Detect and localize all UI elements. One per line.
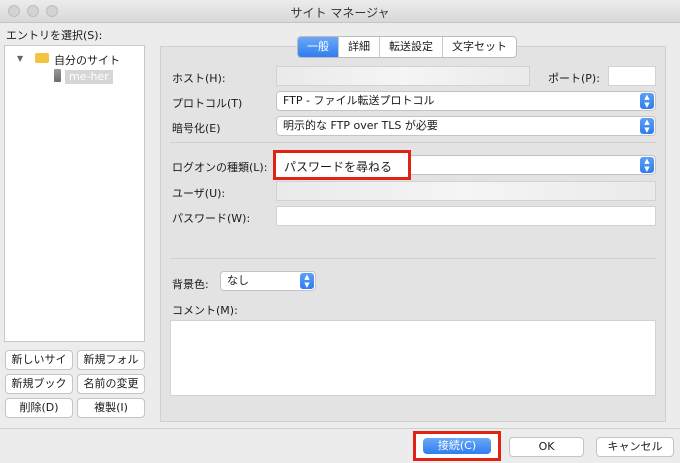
logon-type-highlight: パスワードを尋ねる bbox=[273, 150, 411, 180]
chevron-updown-icon: ▲ ▼ bbox=[640, 93, 654, 109]
port-input[interactable] bbox=[608, 66, 656, 86]
protocol-value: FTP - ファイル転送プロトコル bbox=[283, 94, 435, 107]
tab-general[interactable]: 一般 bbox=[298, 37, 339, 57]
ok-button[interactable]: OK bbox=[509, 437, 584, 457]
delete-button[interactable]: 削除(D) bbox=[5, 398, 73, 418]
tree-site-item[interactable]: me-her bbox=[65, 70, 113, 84]
server-icon bbox=[54, 69, 61, 82]
chevron-updown-icon: ▲ ▼ bbox=[640, 118, 654, 134]
protocol-select[interactable]: FTP - ファイル転送プロトコル ▲ ▼ bbox=[276, 91, 656, 111]
new-bookmark-button[interactable]: 新規ブック bbox=[5, 374, 73, 394]
title-bar: サイト マネージャ bbox=[0, 0, 680, 23]
cancel-button[interactable]: キャンセル bbox=[596, 437, 674, 457]
tab-bar: 一般 詳細 転送設定 文字セット bbox=[297, 36, 517, 58]
bgcolor-value: なし bbox=[227, 274, 249, 287]
tree-folder-my-sites[interactable]: 自分のサイト bbox=[54, 52, 120, 68]
password-input[interactable] bbox=[276, 206, 656, 226]
site-tree[interactable]: ▼ 自分のサイト me-her bbox=[4, 45, 145, 342]
chevron-updown-icon: ▲ ▼ bbox=[640, 157, 654, 173]
encryption-value: 明示的な FTP over TLS が必要 bbox=[283, 119, 438, 132]
encryption-label: 暗号化(E) bbox=[172, 122, 221, 135]
host-input[interactable] bbox=[276, 66, 530, 86]
user-input[interactable] bbox=[276, 181, 656, 201]
folder-icon bbox=[35, 53, 49, 63]
footer-divider bbox=[0, 428, 680, 429]
new-folder-button[interactable]: 新規フォル bbox=[77, 350, 145, 370]
password-label: パスワード(W): bbox=[172, 212, 251, 225]
logon-type-label: ログオンの種類(L): bbox=[172, 161, 268, 174]
comment-label: コメント(M): bbox=[172, 304, 238, 317]
divider bbox=[170, 258, 656, 259]
tab-advanced[interactable]: 詳細 bbox=[339, 37, 380, 57]
comment-textarea[interactable] bbox=[170, 320, 656, 396]
bgcolor-label: 背景色: bbox=[172, 278, 209, 291]
encryption-select[interactable]: 明示的な FTP over TLS が必要 ▲ ▼ bbox=[276, 116, 656, 136]
port-label: ポート(P): bbox=[548, 72, 600, 85]
host-label: ホスト(H): bbox=[172, 72, 226, 85]
logon-type-value: パスワードを尋ねる bbox=[284, 160, 393, 174]
disclosure-triangle-icon[interactable]: ▼ bbox=[17, 54, 23, 63]
window-title: サイト マネージャ bbox=[290, 6, 390, 20]
tab-charset[interactable]: 文字セット bbox=[443, 37, 516, 57]
bgcolor-select[interactable]: なし ▲ ▼ bbox=[220, 271, 316, 291]
rename-button[interactable]: 名前の変更 bbox=[77, 374, 145, 394]
entry-select-label: エントリを選択(S): bbox=[6, 29, 103, 42]
connect-button[interactable]: 接続(C) bbox=[423, 438, 491, 454]
chevron-updown-icon: ▲ ▼ bbox=[300, 273, 314, 289]
user-label: ユーザ(U): bbox=[172, 187, 226, 200]
connect-highlight: 接続(C) bbox=[413, 431, 501, 461]
new-site-button[interactable]: 新しいサイ bbox=[5, 350, 73, 370]
duplicate-button[interactable]: 複製(I) bbox=[77, 398, 145, 418]
divider bbox=[170, 142, 656, 143]
tab-transfer-settings[interactable]: 転送設定 bbox=[380, 37, 443, 57]
protocol-label: プロトコル(T) bbox=[172, 97, 243, 110]
